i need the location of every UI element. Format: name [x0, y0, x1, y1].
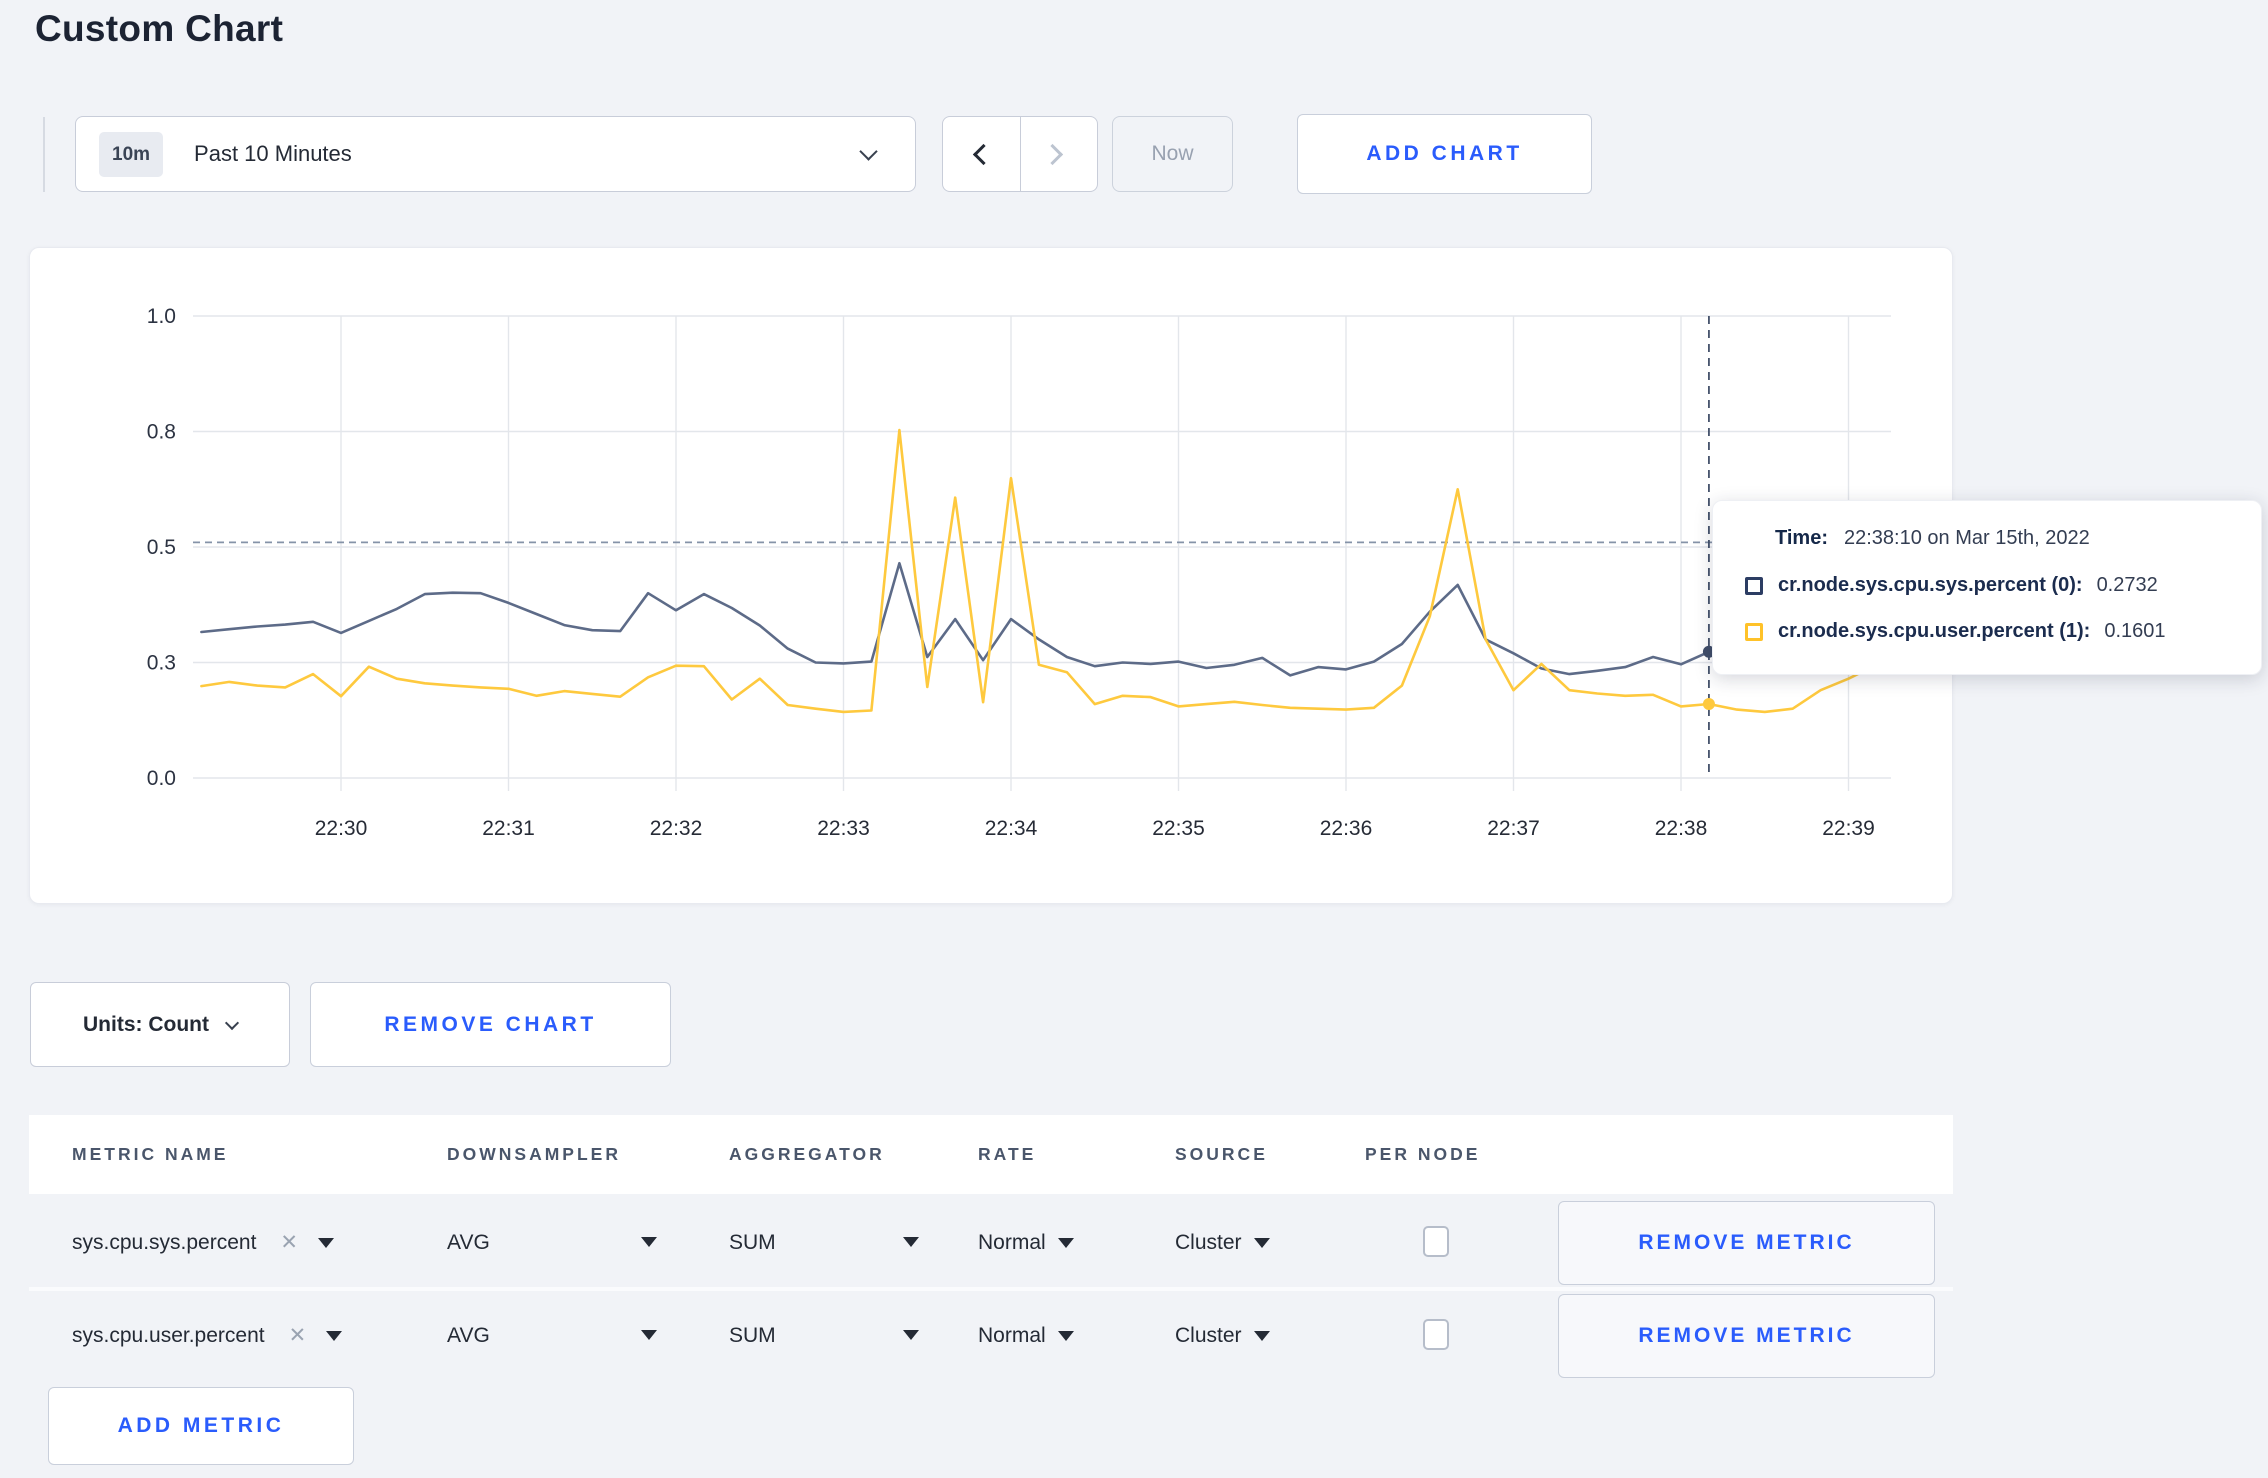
units-select-label: Units: Count	[83, 1012, 209, 1036]
svg-text:22:39: 22:39	[1822, 817, 1875, 840]
aggregator-value: SUM	[729, 1230, 776, 1254]
time-range-select[interactable]: 10m Past 10 Minutes	[75, 116, 916, 192]
downsampler-select[interactable]: AVG	[447, 1198, 657, 1287]
column-header-per-node: PER NODE	[1365, 1144, 1481, 1164]
chevron-down-icon	[859, 142, 878, 161]
svg-text:22:30: 22:30	[315, 817, 368, 840]
svg-text:1.0: 1.0	[147, 305, 176, 328]
rate-value: Normal	[978, 1230, 1046, 1254]
tooltip-series-label: cr.node.sys.cpu.user.percent (1):	[1778, 620, 2091, 642]
remove-tag-icon[interactable]: ✕	[289, 1323, 307, 1348]
toolbar-divider	[43, 117, 45, 192]
add-chart-button[interactable]: ADD CHART	[1297, 114, 1592, 194]
remove-metric-button[interactable]: REMOVE METRIC	[1558, 1294, 1935, 1378]
svg-text:22:37: 22:37	[1487, 817, 1540, 840]
rate-value: Normal	[978, 1323, 1046, 1347]
svg-text:22:38: 22:38	[1655, 817, 1708, 840]
time-range-label: Past 10 Minutes	[194, 141, 352, 166]
tooltip-series-label: cr.node.sys.cpu.sys.percent (0):	[1778, 574, 2083, 596]
time-range-badge: 10m	[99, 131, 164, 177]
column-header-aggregator: AGGREGATOR	[729, 1144, 885, 1164]
source-value: Cluster	[1175, 1230, 1242, 1254]
svg-text:22:33: 22:33	[817, 817, 870, 840]
svg-text:22:34: 22:34	[985, 817, 1038, 840]
aggregator-value: SUM	[729, 1323, 776, 1347]
svg-text:0.8: 0.8	[147, 421, 176, 444]
aggregator-select[interactable]: SUM	[729, 1198, 919, 1287]
rate-select[interactable]: Normal	[978, 1198, 1074, 1287]
downsampler-select[interactable]: AVG	[447, 1291, 657, 1380]
svg-text:22:32: 22:32	[650, 817, 703, 840]
remove-metric-button[interactable]: REMOVE METRIC	[1558, 1201, 1935, 1285]
column-header-metric-name: METRIC NAME	[72, 1144, 229, 1164]
table-row: sys.cpu.user.percent ✕ AVG SUM Normal Cl…	[29, 1291, 1953, 1380]
tooltip-series-row: cr.node.sys.cpu.user.percent (1): 0.1601	[1745, 620, 2166, 643]
caret-down-icon	[318, 1237, 335, 1248]
svg-text:0.0: 0.0	[147, 767, 176, 790]
metric-name-select[interactable]: sys.cpu.sys.percent ✕	[72, 1198, 335, 1287]
series-swatch-icon	[1745, 622, 1763, 641]
chart-tooltip: Time: 22:38:10 on Mar 15th, 2022 cr.node.…	[1712, 500, 2262, 675]
column-header-downsampler: DOWNSAMPLER	[447, 1144, 621, 1164]
caret-down-icon	[903, 1237, 919, 1247]
column-header-rate: RATE	[978, 1144, 1037, 1164]
svg-text:0.5: 0.5	[147, 536, 176, 559]
tooltip-time-label: Time:	[1775, 527, 1828, 549]
caret-down-icon	[1253, 1237, 1270, 1248]
caret-down-icon	[641, 1330, 657, 1340]
time-pager	[942, 116, 1098, 192]
next-time-button[interactable]	[1021, 117, 1098, 191]
series-swatch-icon	[1745, 576, 1763, 595]
caret-down-icon	[1253, 1330, 1270, 1341]
rate-select[interactable]: Normal	[978, 1291, 1074, 1380]
remove-chart-button[interactable]: REMOVE CHART	[310, 982, 671, 1067]
chevron-down-icon	[224, 1015, 240, 1030]
table-row: sys.cpu.sys.percent ✕ AVG SUM Normal Clu…	[29, 1198, 1953, 1287]
per-node-checkbox[interactable]	[1423, 1226, 1449, 1257]
metric-name-label: sys.cpu.user.percent	[72, 1323, 265, 1347]
now-button[interactable]: Now	[1112, 116, 1233, 192]
svg-text:0.3: 0.3	[147, 652, 176, 675]
prev-time-button[interactable]	[943, 117, 1021, 191]
tooltip-series-value: 0.1601	[2104, 620, 2166, 642]
units-select[interactable]: Units: Count	[30, 982, 290, 1067]
chevron-left-icon	[972, 143, 995, 166]
source-select[interactable]: Cluster	[1175, 1198, 1270, 1287]
chart-card: 1.0 0.8 0.5 0.3 0.0 22:30 22:31 22:32 22:33 22:34…	[29, 247, 1953, 904]
caret-down-icon	[326, 1330, 343, 1341]
line-chart[interactable]: 1.0 0.8 0.5 0.3 0.0 22:30 22:31 22:32 22:33 22:34…	[30, 248, 1954, 905]
source-value: Cluster	[1175, 1323, 1242, 1347]
metrics-table-header: METRIC NAME DOWNSAMPLER AGGREGATOR RATE …	[29, 1115, 1953, 1194]
remove-tag-icon[interactable]: ✕	[280, 1230, 298, 1255]
svg-text:22:35: 22:35	[1152, 817, 1205, 840]
column-header-source: SOURCE	[1175, 1144, 1268, 1164]
metric-name-label: sys.cpu.sys.percent	[72, 1230, 257, 1254]
downsampler-value: AVG	[447, 1323, 490, 1347]
add-metric-button[interactable]: ADD METRIC	[48, 1387, 354, 1465]
downsampler-value: AVG	[447, 1230, 490, 1254]
caret-down-icon	[903, 1330, 919, 1340]
caret-down-icon	[1057, 1237, 1074, 1248]
tooltip-time-value: 22:38:10 on Mar 15th, 2022	[1843, 527, 2090, 549]
tooltip-series-row: cr.node.sys.cpu.sys.percent (0): 0.2732	[1745, 574, 2158, 597]
svg-text:22:31: 22:31	[482, 817, 535, 840]
caret-down-icon	[641, 1237, 657, 1247]
per-node-checkbox[interactable]	[1423, 1319, 1449, 1350]
svg-text:22:36: 22:36	[1320, 817, 1373, 840]
caret-down-icon	[1057, 1330, 1074, 1341]
tooltip-series-value: 0.2732	[2096, 574, 2158, 596]
custom-chart-page: { "page": { "title": "Custom Chart" }, "…	[0, 0, 2268, 1478]
aggregator-select[interactable]: SUM	[729, 1291, 919, 1380]
chevron-right-icon	[1041, 143, 1063, 166]
source-select[interactable]: Cluster	[1175, 1291, 1270, 1380]
page-title: Custom Chart	[35, 8, 284, 49]
metric-name-select[interactable]: sys.cpu.user.percent ✕	[72, 1291, 343, 1380]
